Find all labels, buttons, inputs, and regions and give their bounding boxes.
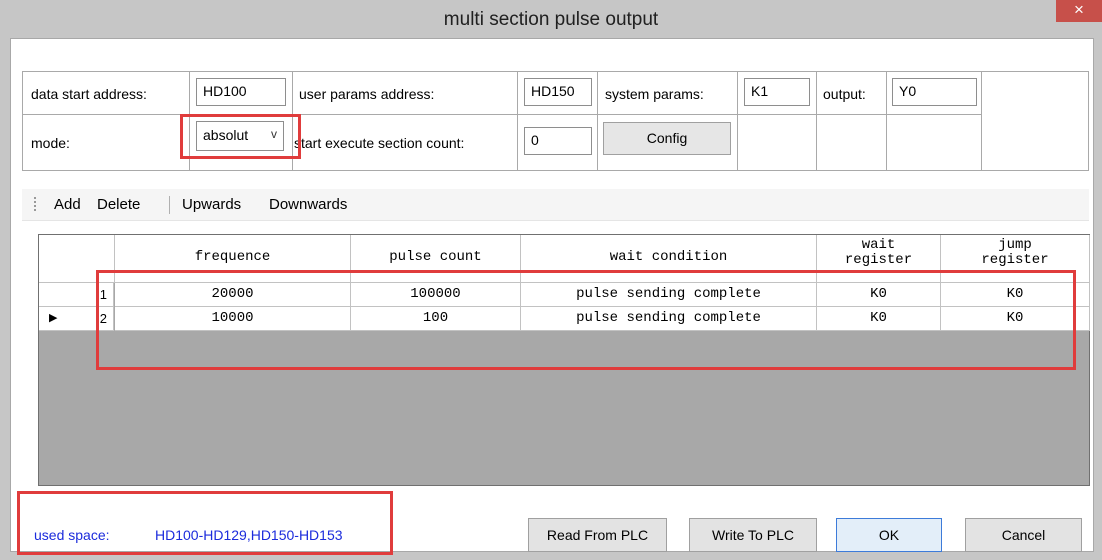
output-field[interactable]: Y0 bbox=[892, 78, 977, 106]
add-button[interactable]: Add bbox=[54, 196, 81, 213]
toolbar-separator bbox=[169, 196, 170, 214]
dialog-window: multi section pulse output × data start … bbox=[0, 0, 1102, 560]
current-row-icon: ▶ bbox=[49, 312, 58, 324]
ok-button[interactable]: OK bbox=[836, 518, 942, 552]
read-from-plc-button[interactable]: Read From PLC bbox=[528, 518, 667, 552]
column-header-label: register bbox=[844, 252, 913, 268]
toolbar: Add Delete Upwards Downwards bbox=[22, 189, 1089, 221]
start-section-count-field[interactable]: 0 bbox=[524, 127, 592, 155]
column-header-label: frequence bbox=[194, 249, 271, 265]
write-to-plc-button[interactable]: Write To PLC bbox=[689, 518, 817, 552]
user-params-address-label: user params address: bbox=[299, 86, 435, 102]
column-header-label: register bbox=[981, 252, 1049, 268]
close-icon[interactable]: × bbox=[1056, 0, 1102, 22]
title-bar[interactable]: multi section pulse output × bbox=[0, 0, 1102, 38]
upwards-button[interactable]: Upwards bbox=[182, 196, 241, 213]
data-start-address-field[interactable]: HD100 bbox=[196, 78, 286, 106]
system-params-label: system params: bbox=[605, 86, 704, 102]
toolbar-grip[interactable] bbox=[34, 197, 36, 213]
mode-label: mode: bbox=[31, 135, 70, 151]
params-cell bbox=[886, 114, 982, 171]
column-header-label: wait condition bbox=[609, 249, 728, 265]
data-start-address-label: data start address: bbox=[31, 86, 147, 102]
rows-highlight-box bbox=[96, 270, 1076, 370]
downwards-button[interactable]: Downwards bbox=[269, 196, 347, 213]
mode-highlight-box bbox=[180, 114, 301, 159]
column-header-label: jump bbox=[998, 237, 1032, 253]
column-header-label: wait bbox=[861, 237, 896, 253]
used-space-highlight-box bbox=[17, 491, 393, 555]
delete-button[interactable]: Delete bbox=[97, 196, 140, 213]
params-cell bbox=[816, 114, 887, 171]
cancel-button[interactable]: Cancel bbox=[965, 518, 1082, 552]
window-title: multi section pulse output bbox=[443, 9, 659, 30]
config-button[interactable]: Config bbox=[603, 122, 731, 155]
params-cell bbox=[737, 114, 817, 171]
output-label: output: bbox=[823, 86, 866, 102]
user-params-address-field[interactable]: HD150 bbox=[524, 78, 592, 106]
start-section-count-label: start execute section count: bbox=[294, 135, 465, 151]
system-params-field[interactable]: K1 bbox=[744, 78, 810, 106]
column-header-label: pulse count bbox=[389, 249, 482, 265]
